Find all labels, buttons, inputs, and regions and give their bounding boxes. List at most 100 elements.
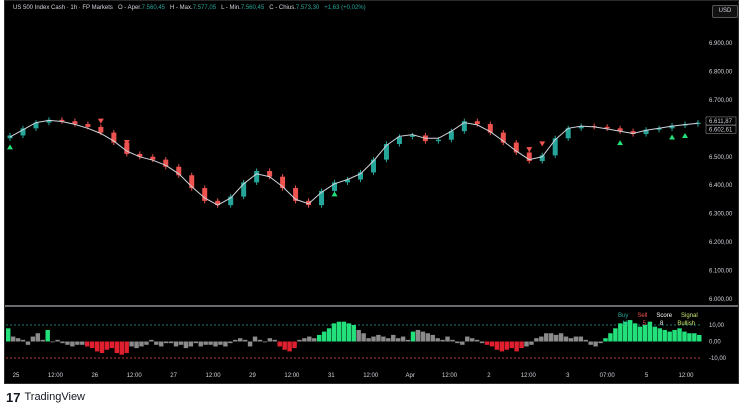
histogram-bar bbox=[144, 341, 149, 345]
tradingview-wordmark: TradingView bbox=[24, 391, 86, 403]
candle-body bbox=[409, 135, 415, 137]
histogram-bar bbox=[84, 341, 90, 347]
histogram-bar bbox=[218, 341, 223, 345]
histogram-bar bbox=[400, 336, 406, 342]
histogram-bar bbox=[10, 336, 16, 342]
histogram-bar bbox=[697, 334, 702, 342]
histogram-bar bbox=[292, 341, 297, 349]
histogram-bar bbox=[257, 339, 263, 342]
histogram-bar bbox=[455, 341, 460, 344]
histogram-bar bbox=[208, 341, 213, 345]
x-tick-label: 07:00 bbox=[600, 373, 616, 379]
x-tick-label: 12:00 bbox=[206, 373, 222, 379]
histogram-bar bbox=[119, 341, 124, 355]
histogram-bar bbox=[460, 341, 465, 345]
histogram-bar bbox=[149, 339, 154, 342]
histogram-bar bbox=[109, 341, 115, 349]
histogram-bar bbox=[583, 339, 588, 342]
histogram-bar bbox=[573, 336, 579, 342]
histogram-bar bbox=[139, 341, 144, 347]
histogram-bar bbox=[430, 334, 435, 342]
histogram-bar bbox=[188, 341, 194, 347]
histogram-bar bbox=[494, 341, 500, 350]
histogram-bar bbox=[282, 341, 287, 350]
histogram-bar bbox=[445, 336, 450, 342]
histogram-bar bbox=[203, 341, 208, 345]
brand-footer: 17 TradingView bbox=[6, 389, 85, 405]
histogram-bar bbox=[272, 339, 277, 342]
histogram-bar bbox=[30, 336, 36, 342]
histogram-bar bbox=[267, 338, 273, 342]
histogram-bar bbox=[548, 333, 554, 342]
indicator-tick-label: 0,00 bbox=[709, 340, 721, 346]
histogram-bar bbox=[163, 341, 169, 344]
histogram-bar bbox=[553, 334, 559, 342]
indicator-legend: Buy Sell Score Signal 13 5 8 Bullish bbox=[618, 313, 698, 329]
histogram-bar bbox=[277, 341, 282, 347]
histogram-bar bbox=[386, 338, 391, 342]
legend-score-value: 8 bbox=[660, 321, 664, 327]
histogram-bar bbox=[395, 338, 401, 342]
y-tick-label: 6.300,00 bbox=[709, 212, 733, 218]
histogram-bar bbox=[124, 341, 129, 354]
histogram-bar bbox=[509, 341, 514, 349]
histogram-bar bbox=[213, 341, 218, 347]
y-tick-label: 6.100,00 bbox=[709, 269, 733, 275]
x-tick-label: 12:00 bbox=[442, 373, 458, 379]
indicator-tick-label: -10,00 bbox=[709, 356, 727, 362]
histogram-bar bbox=[20, 339, 26, 342]
histogram-bar bbox=[336, 321, 342, 342]
y-tick-label: 6.400,00 bbox=[709, 183, 733, 189]
histogram-bar bbox=[45, 329, 50, 342]
histogram-bar bbox=[75, 341, 80, 345]
histogram-bar bbox=[154, 341, 159, 345]
candle-body bbox=[98, 126, 104, 133]
indicator-legend-headers: Buy Sell Score Signal bbox=[618, 313, 698, 319]
histogram-bar bbox=[346, 323, 352, 342]
histogram-bar bbox=[233, 339, 238, 342]
histogram-bar bbox=[198, 341, 203, 347]
histogram-bar bbox=[598, 341, 603, 344]
histogram-bar bbox=[252, 336, 258, 342]
buy-signal-marker bbox=[669, 134, 676, 140]
histogram-bar bbox=[65, 341, 70, 345]
candle-body bbox=[383, 143, 389, 160]
histogram-bar bbox=[682, 331, 687, 342]
sell-signal-marker bbox=[526, 147, 533, 153]
y-tick-label: 6.700,00 bbox=[709, 98, 733, 104]
histogram-bar bbox=[159, 341, 164, 347]
histogram-bar bbox=[356, 329, 361, 342]
histogram-bar bbox=[544, 333, 549, 342]
x-tick-label: 12:00 bbox=[678, 373, 694, 379]
candles bbox=[7, 117, 701, 208]
price-tag-label: 6.602,61 bbox=[709, 127, 733, 133]
histogram-bar bbox=[297, 339, 302, 342]
histogram-bar bbox=[608, 333, 613, 342]
x-tick-label: 12:00 bbox=[521, 373, 537, 379]
histogram-bar bbox=[603, 338, 608, 342]
sell-signal-marker bbox=[539, 141, 546, 147]
histogram-bar bbox=[326, 328, 332, 342]
histogram-bar bbox=[316, 334, 322, 342]
histogram-bar bbox=[692, 333, 697, 342]
histogram-bar bbox=[50, 341, 55, 343]
histogram-bar bbox=[40, 339, 45, 342]
histogram-bar bbox=[425, 333, 431, 342]
histogram-bar bbox=[450, 339, 455, 342]
histogram-bar bbox=[474, 339, 480, 342]
histogram-bar bbox=[321, 331, 327, 342]
histogram-bar bbox=[94, 341, 100, 352]
histogram-bar bbox=[381, 336, 386, 342]
histogram-bar bbox=[6, 328, 11, 342]
histogram-bar bbox=[613, 328, 618, 342]
histogram-bar bbox=[539, 336, 544, 342]
histogram-bar bbox=[168, 341, 174, 344]
histogram-bar bbox=[593, 341, 598, 347]
histogram-bar bbox=[341, 321, 347, 342]
histogram-bar bbox=[415, 329, 421, 342]
histogram-bar bbox=[312, 338, 317, 342]
histogram-bar bbox=[331, 323, 337, 342]
buy-signal-marker bbox=[682, 133, 689, 139]
y-tick-label: 6.800,00 bbox=[709, 69, 733, 75]
histogram-bar bbox=[524, 341, 529, 347]
